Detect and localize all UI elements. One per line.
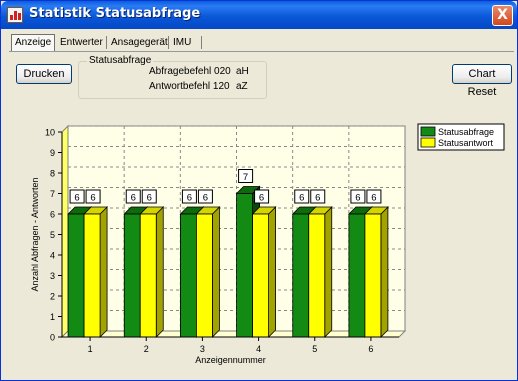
data-label: 6: [147, 193, 152, 204]
bar-statusantwort: [308, 213, 326, 338]
x-tick-label: 6: [368, 344, 373, 354]
y-tick-label: 9: [50, 148, 55, 158]
bar-statusantwort: [83, 213, 101, 338]
x-tick-label: 2: [144, 344, 149, 354]
bar-statusantwort: [364, 213, 382, 338]
statistics-window: Statistik Statusabfrage X Anzeige Entwer…: [0, 0, 518, 381]
legend-swatch: [420, 137, 436, 148]
bar-statusantwort: [139, 213, 157, 338]
bar-statusabfrage: [292, 213, 310, 338]
bar-side: [380, 206, 389, 338]
legend-label: Statusantwort: [438, 138, 494, 148]
bar-side: [212, 206, 220, 338]
y-axis-label: Anzahl Abfragen - Antworten: [30, 177, 40, 291]
legend-label: Statusabfrage: [438, 127, 494, 137]
data-label: 6: [131, 193, 136, 204]
bar-side: [99, 206, 108, 338]
data-label: 6: [371, 193, 376, 204]
x-axis-label: Anzeigennummer: [195, 355, 266, 365]
x-tick-label: 1: [88, 344, 93, 354]
y-tick-label: 5: [50, 230, 55, 240]
data-label: 6: [203, 193, 208, 204]
y-tick-label: 0: [50, 333, 55, 343]
y-tick-label: 6: [50, 210, 55, 220]
bar-side: [268, 206, 276, 338]
bar-statusabfrage: [236, 193, 253, 338]
data-label: 6: [259, 193, 264, 204]
bar-statusabfrage: [123, 213, 141, 338]
x-tick-label: 5: [312, 344, 317, 354]
bar-statusabfrage: [180, 213, 197, 338]
bar-statusantwort: [196, 213, 213, 338]
data-label: 6: [74, 193, 79, 204]
legend-swatch: [420, 126, 436, 137]
data-label: 6: [90, 193, 95, 204]
bar-statusabfrage: [348, 213, 366, 338]
data-label: 6: [315, 193, 320, 204]
bar-side: [324, 206, 333, 338]
y-tick-label: 8: [50, 169, 55, 179]
bar-statusantwort: [252, 213, 269, 338]
y-tick-label: 10: [45, 128, 55, 138]
bar-statusabfrage: [67, 213, 85, 338]
y-tick-label: 2: [50, 292, 55, 302]
y-tick-label: 3: [50, 271, 55, 281]
bar-chart: 6 6 6 6 6 676 6 6 6 6 0123456789101 2 3 4 5 6Anzeigenn…: [30, 123, 505, 365]
data-label: 7: [243, 172, 248, 183]
bar-side: [155, 206, 164, 338]
y-tick-label: 7: [50, 189, 55, 199]
x-tick-label: 4: [256, 344, 261, 354]
y-tick-label: 1: [50, 312, 55, 322]
data-label: 6: [187, 193, 192, 204]
y-tick-label: 4: [50, 251, 55, 261]
x-tick-label: 3: [200, 344, 205, 354]
data-label: 6: [299, 193, 304, 204]
chart-left-wall: [61, 124, 69, 339]
data-label: 6: [355, 193, 360, 204]
